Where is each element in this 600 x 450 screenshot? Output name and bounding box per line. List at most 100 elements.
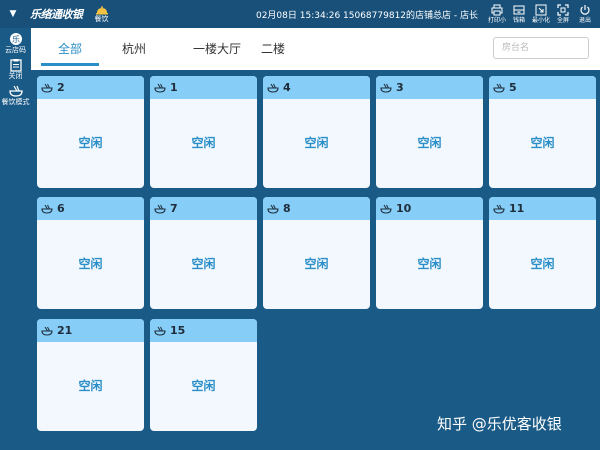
table-card-header: 15 [150,319,257,342]
print-label: 打印小 [487,17,506,24]
rail-item-cloud-store[interactable]: 乐 云店码 [0,32,31,54]
table-status: 空闲 [530,257,555,271]
rail-item-close[interactable]: 关闭 [0,58,31,80]
bowl-icon [380,204,392,214]
table-card-header: 5 [489,76,596,99]
table-status: 空闲 [191,136,216,150]
table-number: 10 [396,202,412,215]
table-status: 空闲 [191,257,216,271]
minimize-label: 最小化 [531,17,550,24]
menu-dropdown-icon[interactable]: ▼ [4,9,22,19]
area-tabs: 全部 杭州 一楼大厅 二楼 [31,28,600,70]
exit-button[interactable]: 退出 [574,4,596,24]
cash-drawer-label: 钱箱 [512,17,525,24]
table-card[interactable]: 11 空闲 [489,197,596,309]
table-number: 5 [509,81,517,94]
table-card-header: 8 [263,197,370,220]
table-number: 21 [57,324,73,337]
table-number: 6 [57,202,65,215]
table-number: 11 [509,202,525,215]
rail-item-dining-mode[interactable]: 餐饮模式 [0,84,31,106]
table-search-input[interactable] [493,37,589,59]
printer-icon [491,4,503,16]
exit-label: 退出 [578,17,591,24]
cash-drawer-icon [513,5,525,15]
table-card-header: 3 [376,76,483,99]
left-rail: 乐 云店码 关闭 餐饮模式 [0,28,31,450]
tab-all[interactable]: 全部 [41,28,99,70]
table-card[interactable]: 4 空闲 [263,76,370,188]
table-card-header: 10 [376,197,483,220]
watermark-text: 知乎 @乐优客收银 [437,415,562,433]
table-number: 15 [170,324,186,337]
rail-item-label: 关闭 [8,72,23,80]
table-status: 空闲 [417,257,442,271]
power-icon [580,5,590,15]
fullscreen-button[interactable]: 全屏 [552,4,574,24]
table-card-header: 7 [150,197,257,220]
table-card[interactable]: 15 空闲 [150,319,257,431]
table-status: 空闲 [304,136,329,150]
app-logo: 乐络通收银 [30,8,83,21]
svg-text:乐: 乐 [12,34,20,44]
bowl-icon [41,326,53,336]
table-number: 8 [283,202,291,215]
table-card[interactable]: 10 空闲 [376,197,483,309]
table-card-header: 1 [150,76,257,99]
minimize-button[interactable]: 最小化 [530,4,552,24]
table-card[interactable]: 1 空闲 [150,76,257,188]
table-card[interactable]: 7 空闲 [150,197,257,309]
table-number: 4 [283,81,291,94]
bowl-icon [154,326,166,336]
table-status: 空闲 [530,136,555,150]
bowl-icon [493,204,505,214]
bowl-icon [154,204,166,214]
minimize-icon [535,4,547,16]
mode-indicator[interactable]: 餐饮 [94,5,109,23]
rail-item-label: 餐饮模式 [1,98,30,106]
cloud-store-icon: 乐 [9,33,22,45]
bowl-icon [493,83,505,93]
table-card-header: 2 [37,76,144,99]
table-card[interactable]: 5 空闲 [489,76,596,188]
tab-hangzhou[interactable]: 杭州 [109,28,159,70]
dining-icon [8,85,23,97]
print-button[interactable]: 打印小 [486,4,508,24]
fullscreen-icon [557,4,569,16]
bowl-icon [41,204,53,214]
table-status: 空闲 [191,379,216,393]
table-card-header: 4 [263,76,370,99]
table-card-header: 11 [489,197,596,220]
table-card[interactable]: 3 空闲 [376,76,483,188]
table-number: 7 [170,202,178,215]
bowl-icon [41,83,53,93]
toolbar: 打印小 钱箱 最小化 全屏 退出 [486,4,596,24]
table-card-header: 6 [37,197,144,220]
table-number: 1 [170,81,178,94]
table-card[interactable]: 6 空闲 [37,197,144,309]
table-card[interactable]: 21 空闲 [37,319,144,431]
table-card[interactable]: 2 空闲 [37,76,144,188]
table-status: 空闲 [78,136,103,150]
table-status: 空闲 [78,257,103,271]
table-card[interactable]: 8 空闲 [263,197,370,309]
bowl-icon [267,204,279,214]
fullscreen-label: 全屏 [556,17,569,24]
bowl-icon [154,83,166,93]
table-status: 空闲 [304,257,329,271]
table-number: 2 [57,81,65,94]
cash-drawer-button[interactable]: 钱箱 [508,4,530,24]
main-panel: 全部 杭州 一楼大厅 二楼 2空闲1空闲4空闲3空闲5空闲6空闲7空闲8空闲10… [31,28,600,450]
tab-first-floor-hall[interactable]: 一楼大厅 [171,28,263,70]
rail-item-label: 云店码 [5,46,26,54]
clipboard-icon [9,59,22,72]
bowl-icon [267,83,279,93]
table-number: 3 [396,81,404,94]
table-status: 空闲 [417,136,442,150]
table-status: 空闲 [78,379,103,393]
tab-second-floor[interactable]: 二楼 [253,28,293,70]
mode-label: 餐饮 [94,14,109,23]
service-bell-icon [95,5,108,14]
top-bar: ▼ 乐络通收银 餐饮 02月08日 15:34:26 15068779812的店… [0,0,600,28]
bowl-icon [380,83,392,93]
